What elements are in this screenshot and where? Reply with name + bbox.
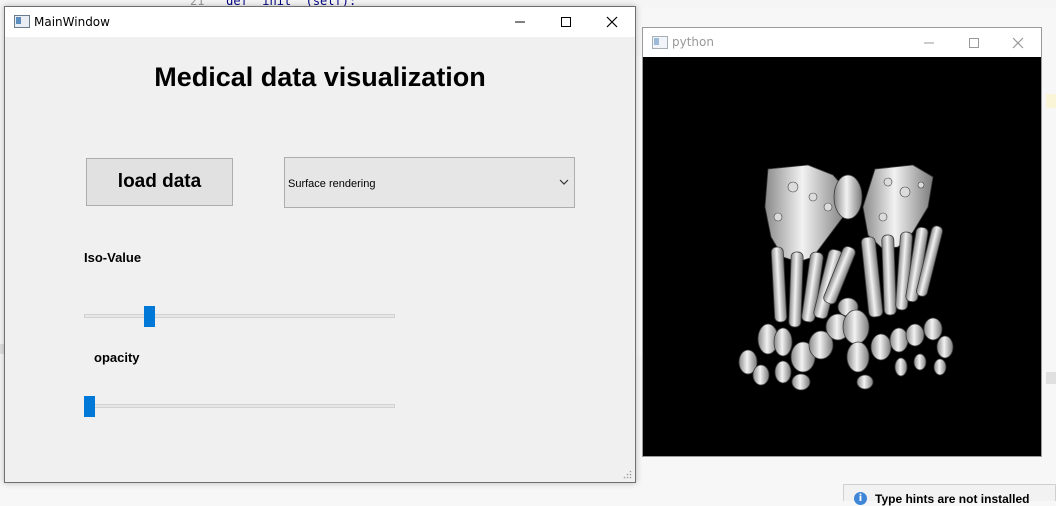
foot-bones-render	[738, 164, 954, 391]
minimize-button[interactable]	[497, 7, 543, 37]
page-title: Medical data visualization	[154, 62, 486, 92]
render-window-title-bar: python	[643, 28, 1041, 57]
render-viewport[interactable]	[643, 57, 1041, 456]
minimize-icon	[924, 42, 934, 43]
close-icon	[606, 16, 618, 28]
opacity-slider-handle[interactable]	[84, 396, 95, 417]
render-mode-value: Surface rendering	[288, 178, 376, 190]
close-button[interactable]	[995, 28, 1041, 57]
main-window: MainWindow Medical data visualization lo…	[4, 6, 636, 483]
render-window: python	[642, 27, 1042, 457]
minimize-button[interactable]	[906, 28, 952, 57]
maximize-button[interactable]	[543, 7, 589, 37]
chevron-down-icon	[559, 179, 569, 185]
resize-grip-icon[interactable]	[623, 470, 632, 479]
opacity-slider[interactable]	[84, 404, 395, 408]
close-button[interactable]	[589, 7, 635, 37]
maximize-button[interactable]	[951, 28, 997, 57]
iso-value-slider-handle[interactable]	[144, 306, 155, 327]
app-icon	[14, 15, 30, 28]
close-icon	[1012, 37, 1024, 48]
iso-value-slider[interactable]	[84, 314, 395, 318]
ide-divider	[1046, 372, 1056, 384]
app-icon	[652, 36, 668, 49]
notification-toast[interactable]: i Type hints are not installed	[843, 484, 1056, 506]
window-title: MainWindow	[34, 15, 110, 29]
maximize-icon	[561, 17, 571, 27]
notification-text: Type hints are not installed	[875, 492, 1030, 506]
opacity-label: opacity	[94, 350, 140, 365]
maximize-icon	[969, 37, 979, 48]
ide-current-line	[1046, 94, 1056, 108]
render-mode-select[interactable]: Surface rendering	[284, 157, 575, 208]
render-window-title: python	[672, 35, 714, 49]
minimize-icon	[515, 21, 525, 23]
load-data-button[interactable]: load data	[86, 158, 233, 206]
title-bar: MainWindow	[5, 7, 635, 37]
iso-value-label: Iso-Value	[84, 250, 142, 265]
info-icon: i	[854, 492, 867, 505]
